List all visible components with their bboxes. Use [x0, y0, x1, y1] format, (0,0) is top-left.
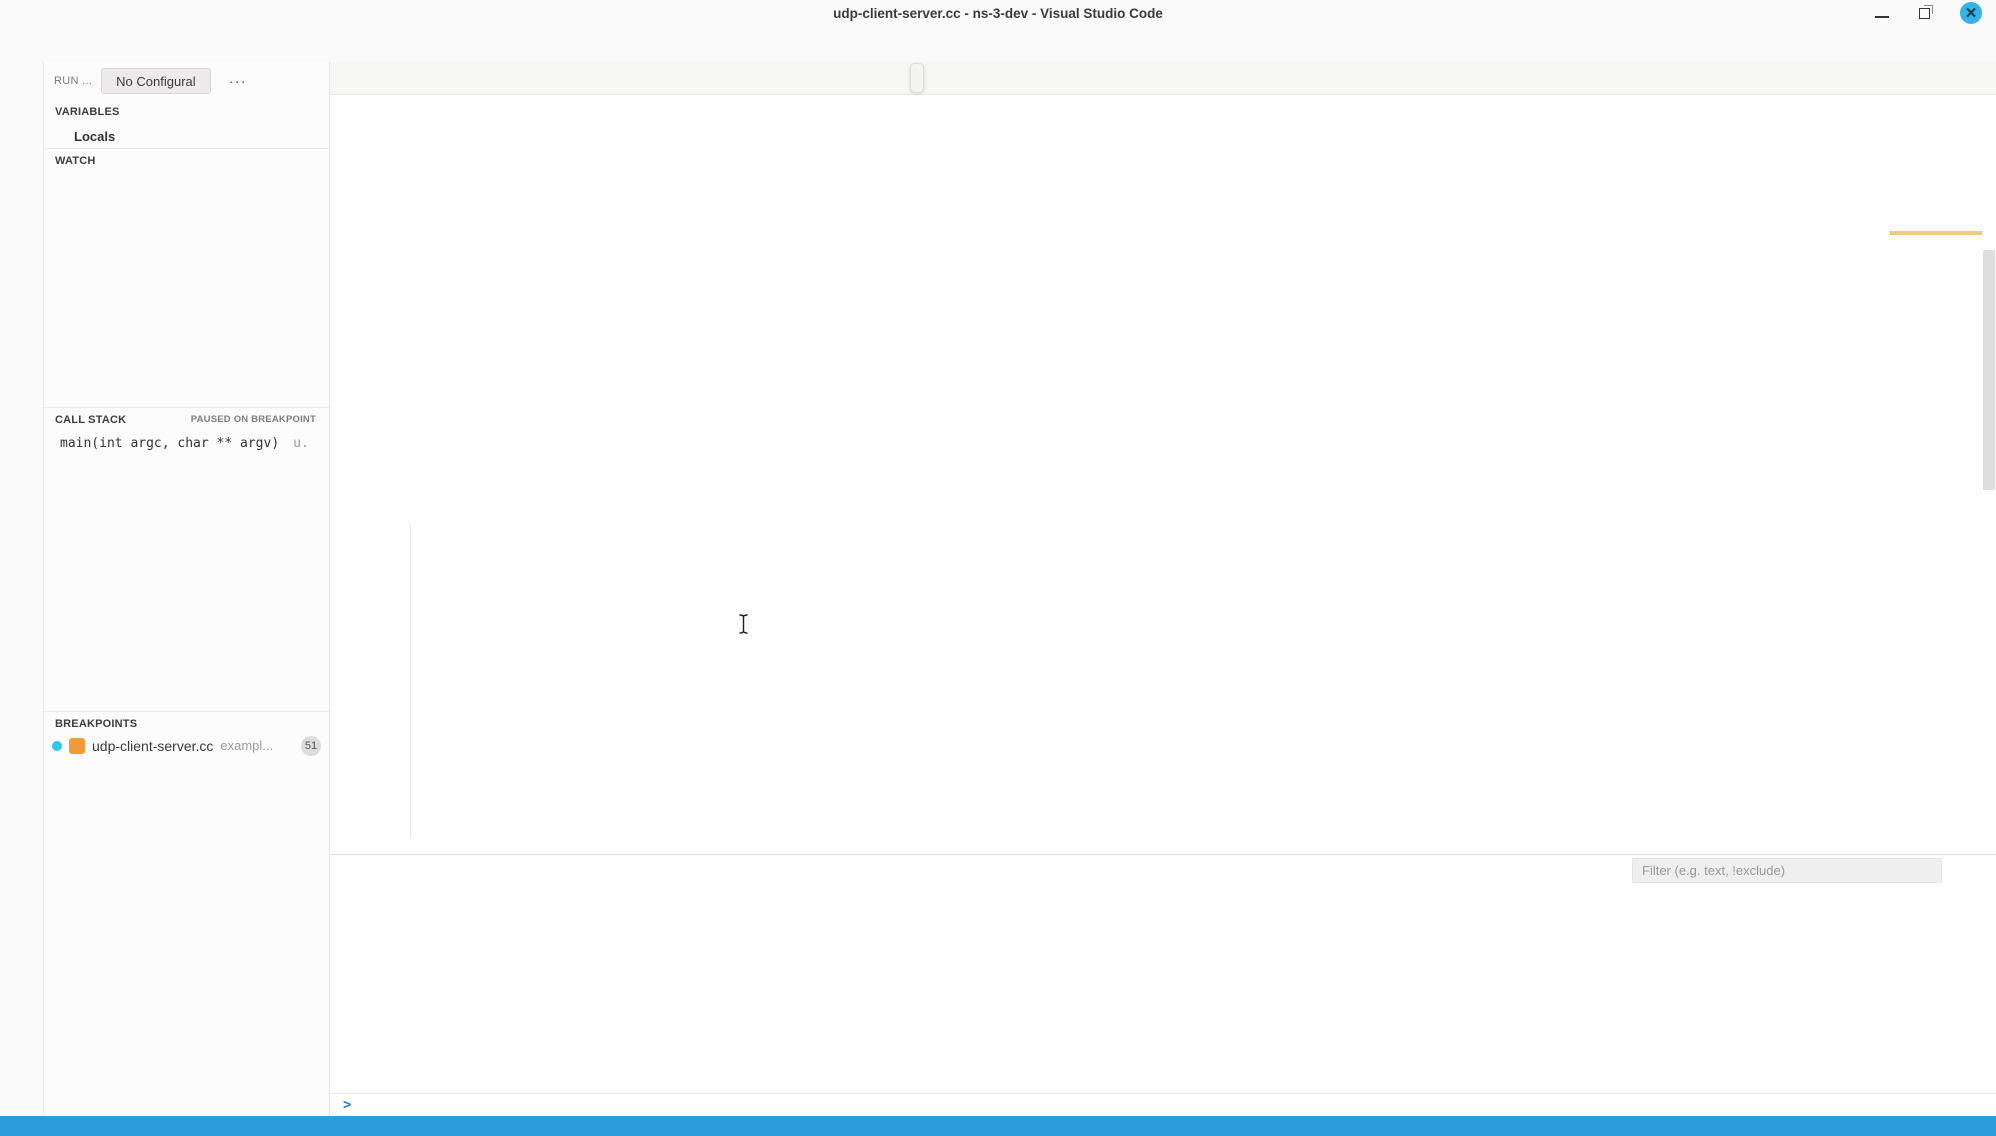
watch-section-label: WATCH: [55, 155, 96, 167]
window-controls: ✕: [1875, 0, 1982, 26]
watch-section-header[interactable]: WATCH: [44, 148, 329, 172]
call-stack-section-header[interactable]: CALL STACK PAUSED ON BREAKPOINT: [44, 407, 329, 431]
panel-actions: [1632, 858, 1984, 883]
minimap-current-line: [1890, 231, 1982, 235]
activity-bar: [0, 62, 44, 1116]
restore-button[interactable]: [1919, 8, 1930, 19]
breakpoint-item[interactable]: udp-client-server.cc exampl... 51: [44, 735, 329, 756]
code-editor: [330, 122, 1996, 854]
debug-launch-row: RUN ... No Configural ···: [44, 62, 329, 100]
console-prompt: >: [343, 1097, 351, 1113]
minimize-button[interactable]: [1875, 8, 1889, 18]
breakpoint-checkbox[interactable]: [69, 738, 85, 754]
scope-label: Locals: [74, 129, 115, 144]
menu-bar: [0, 26, 1996, 62]
variables-list: Locals: [44, 124, 329, 148]
bottom-panel: >: [330, 854, 1996, 1116]
minimap[interactable]: [1890, 122, 1982, 854]
stack-frame-label: main(int argc, char ** argv): [60, 436, 279, 451]
views-more-actions[interactable]: ···: [229, 73, 247, 90]
debug-sidebar: RUN ... No Configural ··· VARIABLES Loca…: [44, 62, 330, 1116]
close-button[interactable]: ✕: [1960, 2, 1982, 24]
variables-section-header[interactable]: VARIABLES: [44, 100, 329, 124]
stack-frame-file: u.: [293, 436, 309, 451]
code-lines: [330, 122, 1890, 854]
run-label: RUN ...: [54, 75, 92, 87]
minimize-icon: [1875, 16, 1889, 18]
breakpoint-file: udp-client-server.cc: [92, 738, 213, 754]
debug-toolbar: [910, 63, 924, 93]
vscode-window: udp-client-server.cc - ns-3-dev - Visual…: [0, 0, 1996, 1136]
debug-console-filter-input[interactable]: [1632, 858, 1942, 883]
window-title: udp-client-server.cc - ns-3-dev - Visual…: [833, 6, 1163, 21]
breakpoint-path: exampl...: [220, 738, 273, 753]
watch-body: [44, 172, 329, 407]
launch-configuration-dropdown[interactable]: No Configural: [101, 68, 211, 94]
editor-tab-bar: [330, 62, 1996, 95]
title-bar: udp-client-server.cc - ns-3-dev - Visual…: [0, 0, 1996, 26]
scrollbar-slider[interactable]: [1983, 250, 1995, 490]
mouse-text-cursor: [737, 613, 750, 635]
breakpoint-dot-icon: [52, 741, 62, 751]
status-bar: [0, 1116, 1996, 1136]
debug-console-input[interactable]: >: [330, 1093, 1996, 1116]
call-stack-section-label: CALL STACK: [55, 414, 126, 426]
editor-scrollbar[interactable]: [1982, 122, 1996, 854]
debug-console-output: [330, 883, 1996, 1093]
restore-icon: [1919, 8, 1930, 19]
breakpoints-section-header[interactable]: BREAKPOINTS: [44, 711, 329, 735]
breakpoint-line-badge: 51: [301, 736, 321, 756]
call-stack-body: [44, 455, 329, 711]
launch-configuration-label: No Configural: [116, 74, 196, 89]
call-stack-frame[interactable]: main(int argc, char ** argv) u.: [44, 431, 329, 455]
variables-section-label: VARIABLES: [55, 106, 120, 118]
breadcrumb: [330, 95, 1996, 122]
variables-scope-locals[interactable]: Locals: [44, 124, 329, 148]
breakpoints-section-label: BREAKPOINTS: [55, 718, 137, 730]
close-icon: ✕: [1965, 4, 1978, 22]
editor-group: >: [330, 62, 1996, 1116]
paused-on-breakpoint-badge: PAUSED ON BREAKPOINT: [191, 414, 322, 425]
